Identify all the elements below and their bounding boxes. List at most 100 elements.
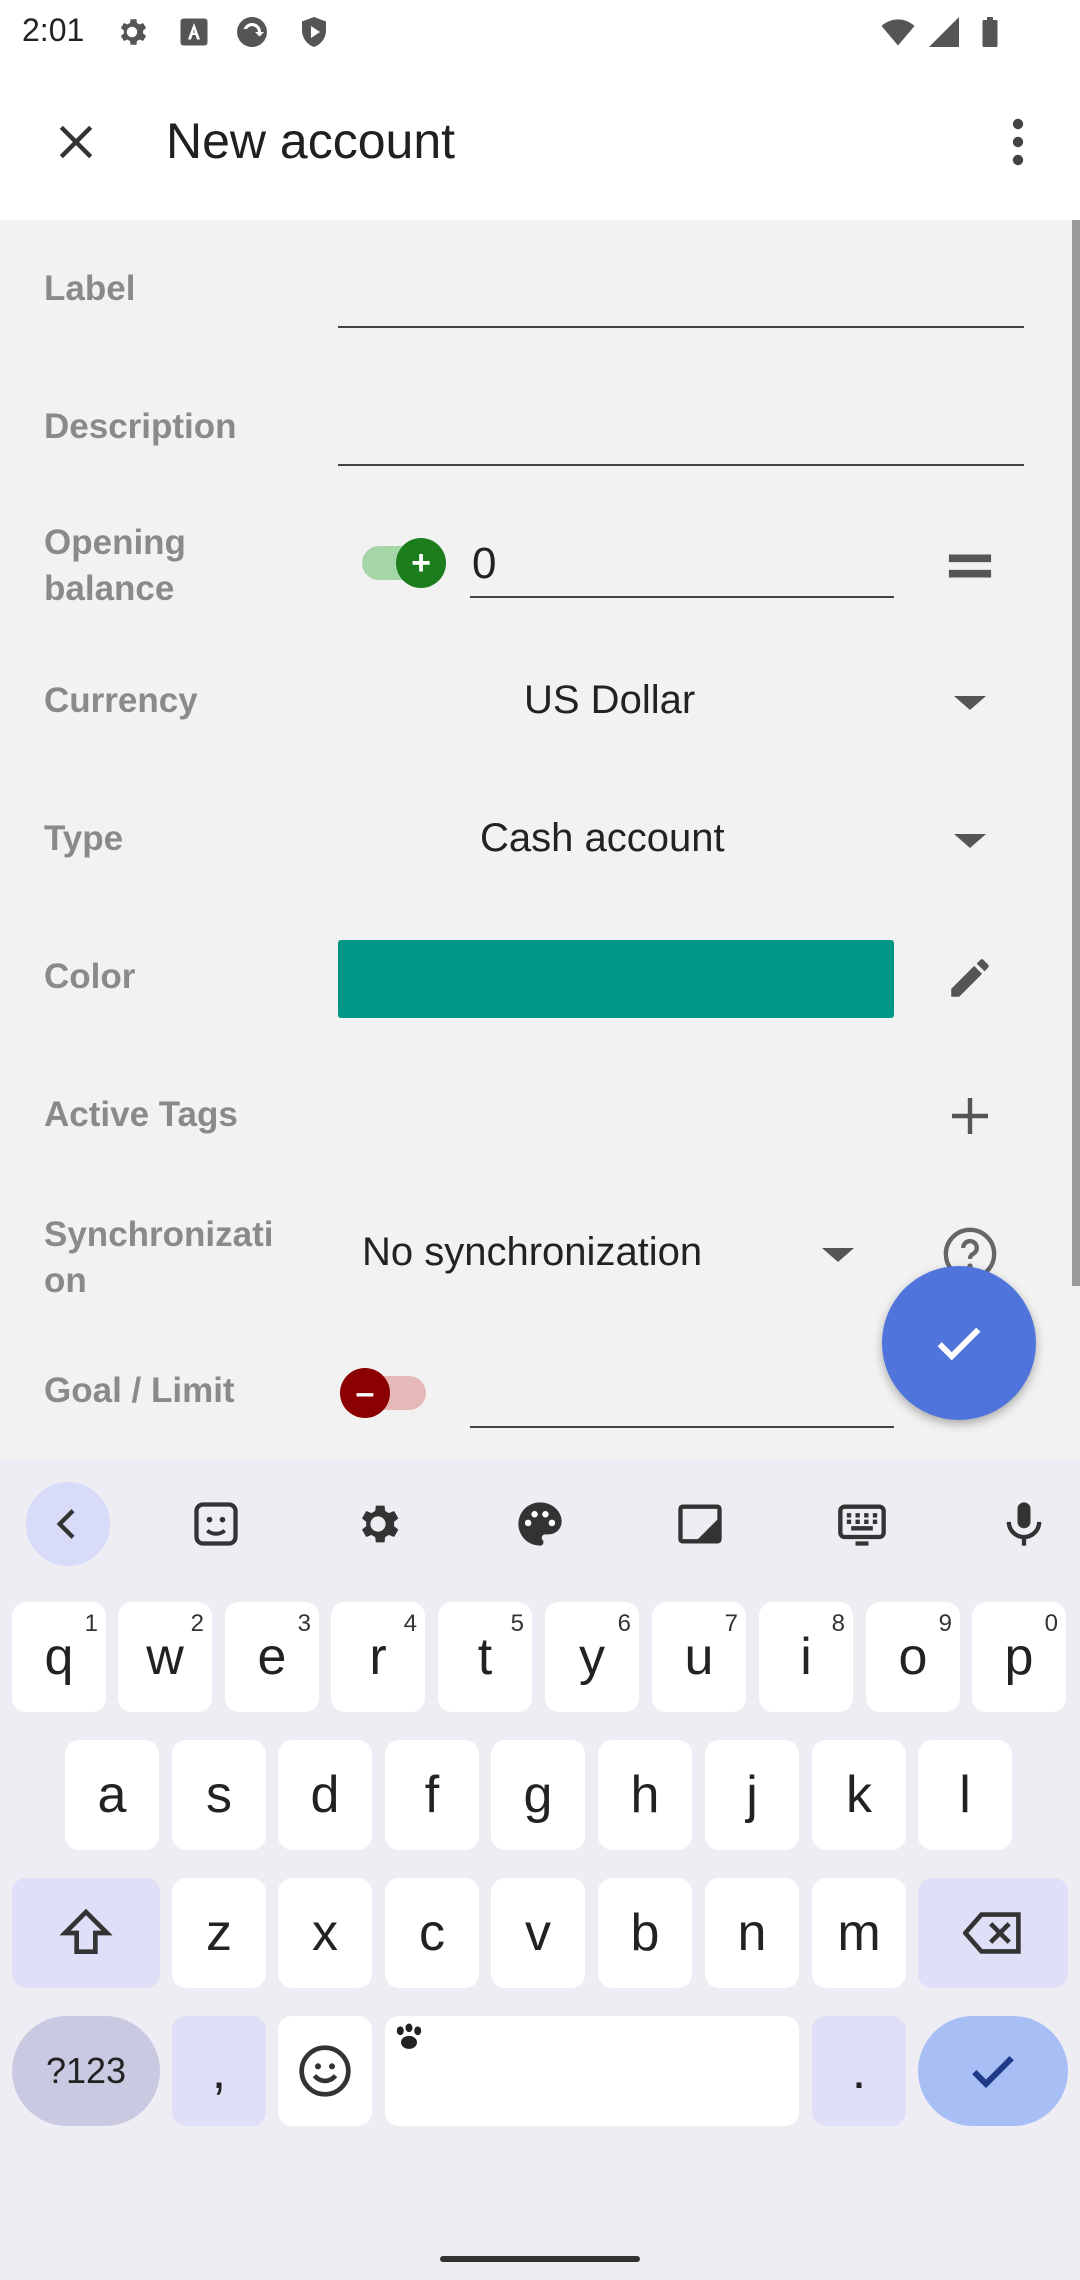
plus-icon (952, 1098, 988, 1134)
sticker-icon (194, 1502, 238, 1546)
key-o[interactable]: o9 (866, 1602, 960, 1712)
key-hint: 0 (1044, 1610, 1058, 1637)
enter-key[interactable] (918, 2016, 1068, 2126)
resize-button[interactable] (658, 1482, 742, 1566)
key-hint: 8 (831, 1610, 845, 1637)
key-b[interactable]: b (598, 1878, 692, 1988)
microphone-icon (1006, 1502, 1042, 1546)
color-swatch[interactable] (338, 940, 894, 1018)
backspace-icon (963, 1912, 1021, 1954)
chevron-down-icon (954, 696, 986, 710)
key-y[interactable]: y6 (545, 1602, 639, 1712)
shield-icon (302, 17, 326, 47)
key-v[interactable]: v (491, 1878, 585, 1988)
key-char: o (898, 1628, 928, 1686)
key-s[interactable]: s (172, 1740, 266, 1850)
sync-app-icon (237, 17, 267, 47)
period-key[interactable]: . (812, 2016, 906, 2126)
more-options-button[interactable] (990, 106, 1046, 178)
backspace-key[interactable] (918, 1878, 1068, 1988)
theme-button[interactable] (498, 1482, 582, 1566)
key-hint: 1 (84, 1610, 98, 1637)
synchronization-label-line2: on (44, 1261, 87, 1300)
scrollbar[interactable] (1072, 220, 1080, 1286)
symbols-key[interactable]: ?123 (12, 2016, 160, 2126)
keyboard-layout-button[interactable] (820, 1482, 904, 1566)
key-n[interactable]: n (705, 1878, 799, 1988)
keyboard-back-button[interactable] (26, 1482, 110, 1566)
key-j[interactable]: j (705, 1740, 799, 1850)
chevron-down-icon (954, 834, 986, 848)
key-char: i (800, 1628, 812, 1686)
key-i[interactable]: i8 (759, 1602, 853, 1712)
space-key[interactable] (385, 2016, 799, 2126)
key-c[interactable]: c (385, 1878, 479, 1988)
settings-icon (120, 19, 147, 45)
page-title: New account (166, 113, 456, 169)
comma-key[interactable]: , (172, 2016, 266, 2126)
calculator-button[interactable] (930, 526, 1010, 606)
key-d[interactable]: d (278, 1740, 372, 1850)
emoji-key[interactable] (278, 2016, 372, 2126)
opening-balance-label-line2: balance (44, 569, 175, 608)
sticker-button[interactable] (174, 1482, 258, 1566)
emoji-icon (299, 2045, 351, 2097)
key-p[interactable]: p0 (972, 1602, 1066, 1712)
key-k[interactable]: k (812, 1740, 906, 1850)
save-button[interactable] (882, 1266, 1036, 1420)
check-icon (972, 2056, 1014, 2089)
navigation-handle[interactable] (440, 2256, 640, 2262)
key-char: w (146, 1628, 184, 1686)
account-form: Label Description Opening balance + 0 Cu… (0, 220, 1080, 1460)
chevron-down-icon (822, 1248, 854, 1262)
synchronization-label: Synchronizati on (44, 1212, 273, 1304)
key-hint: 9 (938, 1610, 952, 1637)
palette-icon (518, 1502, 562, 1546)
voice-input-button[interactable] (982, 1482, 1066, 1566)
key-h[interactable]: h (598, 1740, 692, 1850)
key-z[interactable]: z (172, 1878, 266, 1988)
key-hint: 5 (510, 1610, 524, 1637)
type-label: Type (44, 819, 124, 858)
shift-key[interactable] (12, 1878, 160, 1988)
description-field-label: Description (44, 407, 237, 446)
key-q[interactable]: q1 (12, 1602, 106, 1712)
synchronization-value: No synchronization (362, 1230, 703, 1274)
more-vert-icon (1012, 118, 1024, 166)
key-a[interactable]: a (65, 1740, 159, 1850)
key-char: y (579, 1628, 605, 1686)
status-bar: 2:01 (0, 0, 1080, 64)
synchronization-label-line1: Synchronizati (44, 1215, 274, 1254)
currency-label: Currency (44, 681, 198, 720)
shift-icon (59, 1908, 113, 1954)
key-hint: 4 (403, 1610, 417, 1637)
key-g[interactable]: g (491, 1740, 585, 1850)
key-u[interactable]: u7 (652, 1602, 746, 1712)
key-l[interactable]: l (918, 1740, 1012, 1850)
close-button[interactable] (40, 106, 112, 178)
add-tag-button[interactable] (930, 1076, 1010, 1156)
goal-limit-input[interactable] (470, 1366, 894, 1428)
key-x[interactable]: x (278, 1878, 372, 1988)
goal-limit-label: Goal / Limit (44, 1371, 235, 1410)
key-m[interactable]: m (812, 1878, 906, 1988)
soft-keyboard: q1 w2 e3 r4 t5 y6 u7 i8 o9 p0 a s d f g … (0, 1460, 1080, 2280)
key-f[interactable]: f (385, 1740, 479, 1850)
key-hint: 3 (297, 1610, 311, 1637)
keyboard-settings-button[interactable] (336, 1482, 420, 1566)
key-e[interactable]: e3 (225, 1602, 319, 1712)
type-value: Cash account (480, 816, 725, 860)
key-w[interactable]: w2 (118, 1602, 212, 1712)
label-input[interactable] (338, 266, 1024, 328)
key-hint: 7 (724, 1610, 738, 1637)
opening-balance-label-line1: Opening (44, 523, 186, 562)
key-r[interactable]: r4 (331, 1602, 425, 1712)
close-icon (59, 125, 93, 159)
key-t[interactable]: t5 (438, 1602, 532, 1712)
description-input[interactable] (338, 404, 1024, 466)
edit-color-button[interactable] (930, 938, 1010, 1018)
opening-balance-input[interactable]: 0 (470, 536, 894, 598)
app-bar: New account (0, 64, 1080, 220)
gear-icon (361, 1505, 399, 1543)
currency-value: US Dollar (524, 678, 696, 722)
